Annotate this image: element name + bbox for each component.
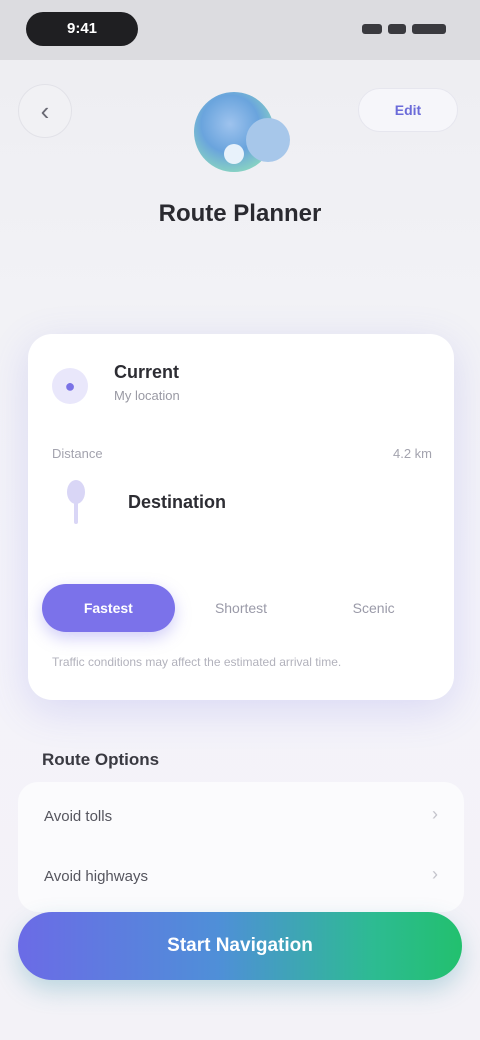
segment-scenic[interactable]: Scenic <box>307 584 440 632</box>
origin-sublabel: My location <box>114 388 180 403</box>
map-pin-icon <box>66 478 86 528</box>
options-panel: Avoid tolls › Avoid highways › <box>18 782 464 912</box>
distance-value: 4.2 km <box>392 446 432 461</box>
chevron-right-icon: › <box>432 864 438 884</box>
segment-fastest[interactable]: Fastest <box>42 584 175 632</box>
back-button[interactable]: ‹ <box>18 84 72 138</box>
chevron-right-icon: › <box>432 804 438 824</box>
option-label: Avoid tolls <box>44 808 113 825</box>
status-time: 9:41 <box>26 12 138 46</box>
signal-icon <box>362 24 382 34</box>
chevron-left-icon: ‹ <box>40 95 50 126</box>
origin-row[interactable]: ● Current My location <box>52 358 432 418</box>
distance-row: Distance 4.2 km <box>52 446 432 466</box>
location-dot-icon: ● <box>52 368 88 404</box>
destination-row[interactable]: Destination <box>52 474 432 538</box>
status-bar: 9:41 <box>0 0 480 60</box>
start-navigation-button[interactable]: Start Navigation <box>18 912 462 980</box>
options-section-title: Route Options <box>42 750 160 769</box>
wifi-icon <box>388 24 406 34</box>
option-label: Avoid highways <box>44 868 148 885</box>
battery-icon <box>412 24 446 34</box>
cloud-logo-icon <box>176 88 300 178</box>
status-icons <box>362 22 446 36</box>
route-card: ● Current My location Distance 4.2 km De… <box>28 334 454 700</box>
destination-label: Destination <box>128 492 227 512</box>
option-avoid-highways[interactable]: Avoid highways › <box>44 862 438 892</box>
origin-label: Current <box>114 362 180 382</box>
page-title: Route Planner <box>158 200 322 227</box>
distance-label: Distance <box>52 446 103 461</box>
route-mode-segmented-control: Fastest Shortest Scenic <box>42 582 440 634</box>
segment-shortest[interactable]: Shortest <box>175 584 308 632</box>
edit-button[interactable]: Edit <box>358 88 458 132</box>
card-note: Traffic conditions may affect the estima… <box>52 655 342 669</box>
option-avoid-tolls[interactable]: Avoid tolls › <box>44 802 438 832</box>
